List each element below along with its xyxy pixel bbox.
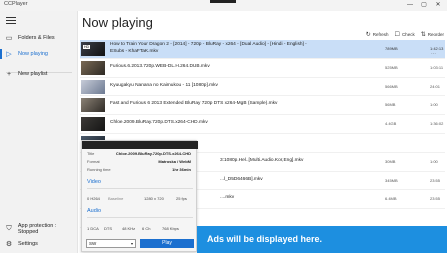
hamburger-menu-icon[interactable] <box>6 17 16 25</box>
file-duration: 1:36:02 <box>430 121 444 127</box>
table-row[interactable]: Furious.6.2013.720p.WEB-DL.H.264.DUB.mkv… <box>80 59 445 78</box>
decoder-select[interactable]: SW ▾ <box>86 239 136 248</box>
file-name: ...l_D5D6466B].mkv <box>220 176 263 182</box>
audio-name: DTS <box>104 226 112 231</box>
file-duration: 23:55 <box>430 196 441 202</box>
file-duration: 24:01 <box>430 83 441 89</box>
divider <box>87 188 193 189</box>
file-duration: 1:00 <box>430 102 438 108</box>
chevron-down-icon: ▾ <box>130 241 133 246</box>
play-icon: ▷ <box>6 51 12 58</box>
title-drag-handle[interactable] <box>210 0 236 3</box>
file-name: Kyuugakyu Nanana no Kaimukou - 11 [1080p… <box>110 82 218 88</box>
sidebar-item-new-playlist[interactable]: + New playlist <box>0 67 78 81</box>
video-codec: 0 H264 <box>87 196 100 201</box>
sidebar-item-label: Now playing <box>18 51 48 57</box>
video-thumbnail: HD <box>81 42 105 56</box>
sidebar-item-now-playing[interactable]: ▷ Now playing <box>0 47 78 61</box>
minimize-button[interactable]: — <box>403 0 417 11</box>
file-name: Fast and Furious 6 2013 Extended BluRay … <box>110 101 278 107</box>
folder-icon: ▭ <box>5 35 13 42</box>
sidebar-item-label: App protection : Stopped <box>17 223 57 235</box>
play-button[interactable]: Play <box>140 239 194 248</box>
file-name: 3:1080p.Hel..[Multi.Audio.Kor,Eng].mkv <box>220 157 304 163</box>
format-value: Matroska / WebM <box>158 159 191 164</box>
file-size: 789MB <box>385 46 398 51</box>
title-value: Chloe.2009.BluRay.720p.DTS.x264-CHD <box>115 151 191 156</box>
app-title: CCPlayer <box>4 1 28 7</box>
reorder-label: Reorder <box>427 32 444 37</box>
table-row[interactable]: Fast and Furious 6 2013 Extended BluRay … <box>80 96 445 116</box>
refresh-icon: ↻ <box>365 32 371 38</box>
gear-icon: ⚙ <box>5 241 13 248</box>
table-row[interactable]: HD How to Train Your Dragon 2 - [2014] -… <box>80 40 445 59</box>
title-label: Title <box>87 151 95 156</box>
video-fps: 25 fps <box>176 196 187 201</box>
sidebar-item-app-protection[interactable]: ⛉ App protection : Stopped <box>0 222 78 236</box>
sidebar-item-label: Settings <box>18 241 38 247</box>
file-info-popup: Title Chloe.2009.BluRay.720p.DTS.x264-CH… <box>81 140 198 252</box>
file-size: 345MB <box>385 177 398 183</box>
active-indicator <box>0 49 2 59</box>
video-resolution: 1280 x 720 <box>144 196 164 201</box>
file-size: 4.4GB <box>385 121 397 127</box>
file-size: 566MB <box>385 83 398 89</box>
table-row[interactable]: Kyuugakyu Nanana no Kaimukou - 11 [1080p… <box>80 78 445 97</box>
sidebar: ▭ Folders & Files ▷ Now playing + New pl… <box>0 11 78 253</box>
check-icon: ☐ <box>394 32 400 38</box>
format-label: Format <box>87 159 100 164</box>
reorder-button[interactable]: ⇅ Reorder <box>421 31 444 38</box>
video-thumbnail <box>81 60 105 75</box>
file-size: 6.4MB <box>385 196 397 202</box>
hd-badge: HD <box>83 45 91 49</box>
file-duration: 1:00 <box>430 158 438 164</box>
check-button[interactable]: ☐ Check <box>395 31 415 38</box>
divider <box>87 217 193 218</box>
toolbar: ↻ Refresh ☐ Check ⇅ Reorder <box>366 31 444 38</box>
file-name: How to Train Your Dragon 2 - [2014] - 72… <box>110 42 307 54</box>
audio-rate: 48 KHz <box>122 226 136 231</box>
close-button[interactable]: ✕ <box>431 0 445 11</box>
decoder-value: SW <box>89 241 97 246</box>
runtime-value: 1hr 36min <box>172 167 191 172</box>
audio-channels: 6 Ch <box>142 226 151 231</box>
file-name: Furious.6.2013.720p.WEB-DL.H.264.DUB.mkv <box>110 63 210 69</box>
sidebar-item-label: New playlist <box>18 71 48 77</box>
sidebar-item-settings[interactable]: ⚙ Settings <box>0 237 78 251</box>
refresh-button[interactable]: ↻ Refresh <box>366 31 389 38</box>
file-size: 525MB <box>385 64 398 70</box>
audio-codec: 1 DCA <box>87 226 99 231</box>
audio-bitrate: 768 Kbps <box>162 226 179 231</box>
video-profile: Baseline <box>108 196 124 201</box>
file-duration: 1:03:11 <box>430 64 444 70</box>
file-name: Chloe.2009.BluRay.720p.DTS.x264-CHD.mkv <box>110 120 208 126</box>
refresh-label: Refresh <box>372 32 389 37</box>
maximize-button[interactable]: ▢ <box>417 0 431 11</box>
audio-heading: Audio <box>87 208 102 214</box>
table-row[interactable]: Chloe.2009.BluRay.720p.DTS.x264-CHD.mkv … <box>80 115 445 134</box>
video-thumbnail <box>81 98 105 113</box>
reorder-icon: ⇅ <box>420 32 426 38</box>
file-duration: 23:55 <box>430 177 441 183</box>
sidebar-item-folders[interactable]: ▭ Folders & Files <box>0 31 78 45</box>
ad-banner[interactable]: Ads will be displayed here. <box>197 226 447 253</box>
plus-icon: + <box>6 70 12 78</box>
file-size: 56MB <box>385 102 396 108</box>
check-label: Check <box>401 32 415 37</box>
file-name: ....mkv <box>220 195 235 201</box>
video-heading: Video <box>87 179 101 185</box>
shield-icon: ⛉ <box>6 225 12 232</box>
popup-preview <box>82 141 198 149</box>
file-size: 30MB <box>385 158 396 164</box>
sidebar-item-label: Folders & Files <box>18 35 55 41</box>
title-bar: CCPlayer — ▢ ✕ <box>0 0 447 11</box>
page-title: Now playing <box>82 15 153 30</box>
runtime-label: Running time <box>87 167 111 172</box>
video-thumbnail <box>81 79 105 94</box>
video-thumbnail <box>81 117 105 132</box>
more-icon[interactable]: ⋯ <box>431 51 436 57</box>
